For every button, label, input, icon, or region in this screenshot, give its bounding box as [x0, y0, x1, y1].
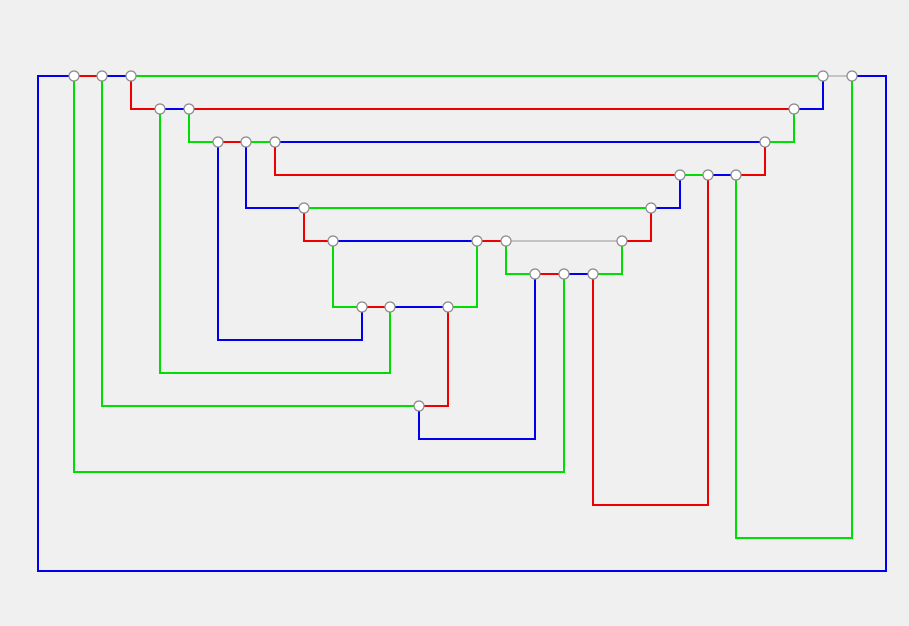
wire-blue: [651, 175, 681, 209]
junction-node[interactable]: [327, 235, 339, 247]
junction-node[interactable]: [356, 301, 368, 313]
wire-red: [274, 142, 680, 176]
junction-node[interactable]: [183, 103, 195, 115]
junction-node[interactable]: [413, 400, 425, 412]
wire-red: [622, 208, 652, 242]
junction-node[interactable]: [500, 235, 512, 247]
junction-node[interactable]: [645, 202, 657, 214]
junction-node[interactable]: [154, 103, 166, 115]
junction-node[interactable]: [125, 70, 137, 82]
wire-blue: [794, 76, 824, 110]
junction-node[interactable]: [846, 70, 858, 82]
junction-node[interactable]: [471, 235, 483, 247]
junction-node[interactable]: [817, 70, 829, 82]
wire-layer: [37, 75, 887, 572]
junction-node[interactable]: [759, 136, 771, 148]
wire-green: [765, 109, 795, 143]
junction-node[interactable]: [587, 268, 599, 280]
wire-green: [505, 241, 535, 275]
junction-node[interactable]: [788, 103, 800, 115]
wire-green: [448, 241, 478, 308]
junction-node[interactable]: [298, 202, 310, 214]
wire-green: [73, 76, 565, 473]
junction-node[interactable]: [68, 70, 80, 82]
junction-node[interactable]: [240, 136, 252, 148]
junction-node[interactable]: [558, 268, 570, 280]
junction-node[interactable]: [674, 169, 686, 181]
junction-node[interactable]: [529, 268, 541, 280]
wire-red: [736, 142, 766, 176]
wire-green: [593, 241, 623, 275]
wire-green: [332, 241, 362, 308]
wire-blue: [37, 75, 887, 572]
junction-node[interactable]: [442, 301, 454, 313]
wire-red: [303, 208, 333, 242]
junction-node[interactable]: [96, 70, 108, 82]
junction-node[interactable]: [212, 136, 224, 148]
junction-node[interactable]: [269, 136, 281, 148]
wire-red: [419, 307, 449, 407]
diagram-canvas: [37, 70, 887, 572]
junction-node[interactable]: [384, 301, 396, 313]
junction-node[interactable]: [616, 235, 628, 247]
junction-node[interactable]: [702, 169, 714, 181]
junction-node[interactable]: [730, 169, 742, 181]
wire-green: [735, 76, 853, 539]
wire-green: [188, 109, 218, 143]
wire-red: [130, 76, 160, 110]
